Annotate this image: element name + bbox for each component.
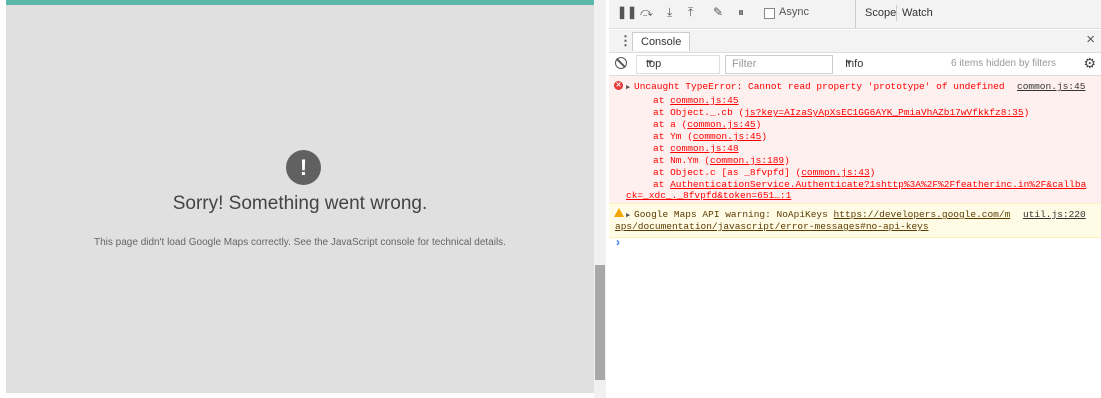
stack-line-link[interactable]: common.js:45 <box>693 131 761 142</box>
pause-icon[interactable]: ❚❚ <box>617 5 637 19</box>
error-detail: This page didn't load Google Maps correc… <box>94 237 506 248</box>
error-title: Sorry! Something went wrong. <box>172 193 428 214</box>
stack-line: at Object._.cb (js?key=AIzaSyApXsEC1GG6A… <box>653 107 1029 118</box>
stack-line-suffix: ) <box>761 131 768 142</box>
tab-console[interactable]: Console <box>632 32 691 51</box>
warning-icon <box>614 208 624 217</box>
debugger-toolbar: ❚❚ ⤼ ⤓ ⤒ ✎ ⏸ Async Scope Watch <box>609 0 1101 29</box>
stack-line-suffix: ) <box>755 119 762 130</box>
close-icon[interactable]: × <box>1086 31 1095 48</box>
page-scrollbar[interactable] <box>594 0 606 398</box>
warning-doc-link[interactable]: https://developers.google.com/m <box>834 209 1011 220</box>
stack-line-prefix: at a ( <box>653 119 688 130</box>
filter-placeholder: Filter <box>732 58 757 70</box>
warning-source-link[interactable]: util.js:220 <box>1023 209 1086 220</box>
warning-text: Google Maps API warning: NoApiKeys https… <box>634 209 1011 220</box>
error-source-link[interactable]: common.js:45 <box>1017 81 1085 92</box>
filter-input[interactable]: Filter <box>725 55 833 74</box>
stack-line-prefix: at Ym ( <box>653 131 693 142</box>
log-level-selector[interactable]: Info ▼ <box>841 56 909 72</box>
step-over-icon[interactable]: ⤼ <box>640 5 653 20</box>
step-into-icon[interactable]: ⤓ <box>667 5 672 20</box>
gear-icon[interactable]: ⚙ <box>1083 55 1096 72</box>
scrollbar-thumb[interactable] <box>595 265 605 380</box>
page-top-bar <box>6 0 594 5</box>
clear-console-icon[interactable] <box>615 57 627 69</box>
async-checkbox[interactable] <box>764 8 775 19</box>
devtools-panel: ❚❚ ⤼ ⤓ ⤒ ✎ ⏸ Async Scope Watch ⋮ Console… <box>609 0 1101 398</box>
hidden-items-count: 6 items hidden by filters <box>951 58 1057 69</box>
async-label: Async <box>779 6 809 18</box>
map-error-page: ! Sorry! Something went wrong. This page… <box>6 0 594 393</box>
stack-line: at Ym (common.js:45) <box>653 131 767 142</box>
tab-watch[interactable]: Watch <box>902 7 933 19</box>
stack-line-link[interactable]: common.js:48 <box>670 143 738 154</box>
stack-line-prefix: at Object.c [as _8fvpfd] ( <box>653 167 802 178</box>
warning-doc-link-continued[interactable]: aps/documentation/javascript/error-messa… <box>615 221 929 232</box>
stack-line-link[interactable]: common.js:45 <box>670 95 738 106</box>
stack-line-link[interactable]: AuthenticationService.Authenticate?1shtt… <box>670 179 1086 190</box>
stack-line: at Object.c [as _8fvpfd] (common.js:43) <box>653 167 875 178</box>
toolbar-divider <box>855 0 856 28</box>
stack-line: at Nm.Ym (common.js:189) <box>653 155 790 166</box>
error-icon: ✕ <box>614 81 623 90</box>
stack-line-suffix: ) <box>1023 107 1030 118</box>
expand-triangle-icon[interactable]: ▶ <box>626 211 630 220</box>
console-error-message: ✕ ▶ Uncaught TypeError: Cannot read prop… <box>609 76 1101 205</box>
stack-line-prefix: at Object._.cb ( <box>653 107 745 118</box>
stack-line: at a (common.js:45) <box>653 119 761 130</box>
stack-line-suffix: ) <box>869 167 876 178</box>
stack-line-link[interactable]: common.js:43 <box>801 167 869 178</box>
error-text: Uncaught TypeError: Cannot read property… <box>634 81 1005 92</box>
context-selector[interactable]: top ▼ <box>636 55 720 74</box>
stack-line-wrap[interactable]: ck=_xdc_._8fvpfd&token=651…:1 <box>626 190 791 201</box>
step-out-icon[interactable]: ⤒ <box>688 5 693 20</box>
more-options-icon[interactable]: ⋮ <box>619 33 632 49</box>
console-warning-message: ▶ Google Maps API warning: NoApiKeys htt… <box>609 203 1101 238</box>
error-icon: ! <box>286 150 321 185</box>
stack-line-link[interactable]: js?key=AIzaSyApXsEC1GG6AYK_PmiaVhAZb17wV… <box>744 107 1023 118</box>
stack-line: at common.js:48 <box>653 143 739 154</box>
stack-line-suffix: ) <box>784 155 790 166</box>
stack-line-prefix: at <box>653 143 671 154</box>
pause-on-exceptions-icon[interactable]: ⏸ <box>738 5 744 20</box>
stack-line-prefix: at <box>653 95 671 106</box>
console-prompt[interactable]: › <box>616 235 620 249</box>
tab-scope[interactable]: Scope <box>865 7 896 19</box>
stack-line: at AuthenticationService.Authenticate?1s… <box>653 179 1086 190</box>
deactivate-breakpoints-icon[interactable]: ✎ <box>713 5 723 19</box>
stack-line: at common.js:45 <box>653 95 739 106</box>
stack-line-prefix: at Nm.Ym ( <box>653 155 711 166</box>
stack-line-link[interactable]: common.js:189 <box>710 155 784 166</box>
chevron-down-icon: ▼ <box>646 58 654 67</box>
drawer-header: ⋮ Console × <box>609 30 1101 53</box>
stack-line-prefix: at <box>653 179 671 190</box>
chevron-down-icon: ▼ <box>845 58 853 67</box>
tab-divider <box>896 5 897 21</box>
console-filter-bar: top ▼ Filter Info ▼ 6 items hidden by fi… <box>609 53 1101 76</box>
stack-line-link[interactable]: common.js:45 <box>687 119 755 130</box>
expand-triangle-icon[interactable]: ▶ <box>626 83 630 92</box>
